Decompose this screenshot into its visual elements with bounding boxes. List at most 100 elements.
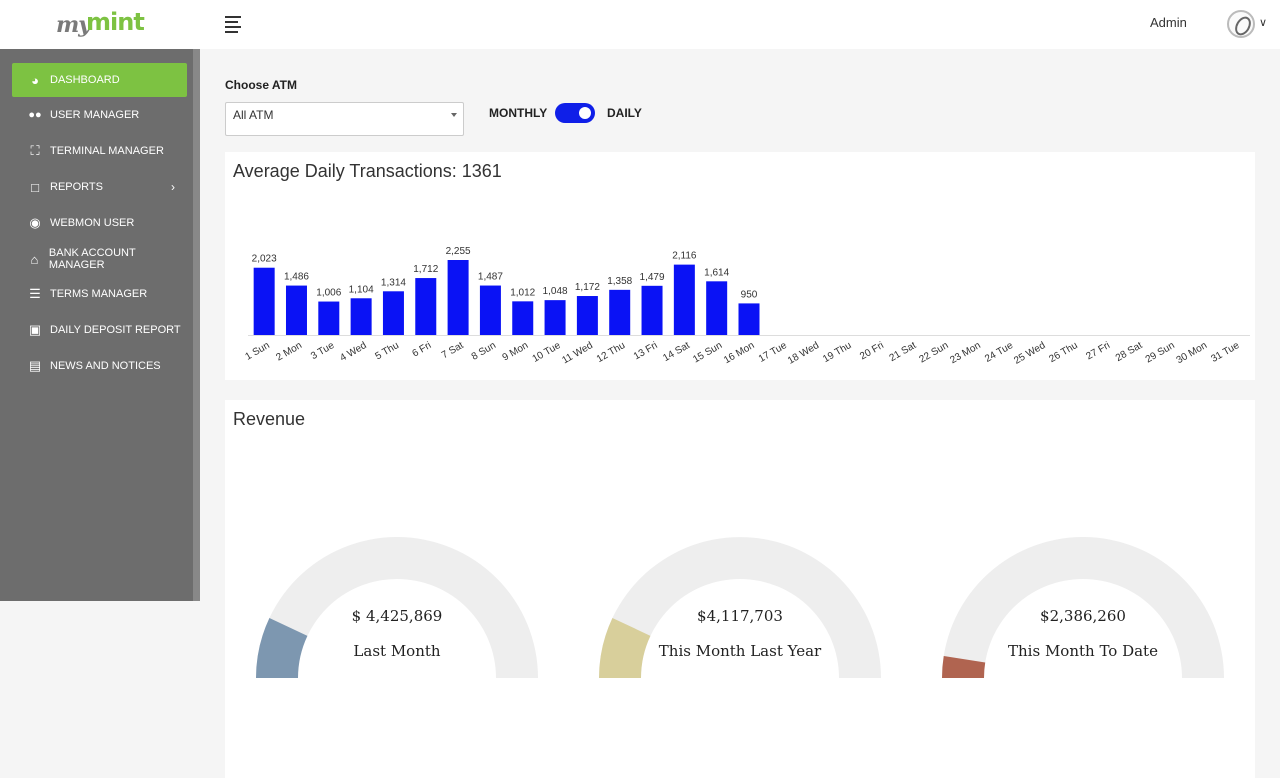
admin-username[interactable]: Admin — [1150, 15, 1187, 30]
sidebar-item-webmon-user[interactable]: ◉ WEBMON USER — [12, 206, 187, 240]
bar-value-label: 1,006 — [316, 288, 341, 299]
toggle-knob — [579, 107, 591, 119]
user-avatar-icon[interactable] — [1227, 10, 1255, 38]
bar-value-label: 1,487 — [478, 272, 503, 283]
bar-15-sun[interactable] — [706, 281, 728, 335]
top-bar: my mint Admin ∨ — [0, 0, 1280, 49]
gauge-value-this-month-last-year: $4,117,703 — [697, 607, 783, 625]
x-tick-label: 22 Sun — [917, 340, 950, 365]
sidebar-item-daily-deposit-report[interactable]: ▣ DAILY DEPOSIT REPORT — [12, 313, 187, 347]
bar-12-thu[interactable] — [609, 289, 631, 335]
x-tick-label: 13 Fri — [632, 340, 660, 362]
bar-5-thu[interactable] — [382, 291, 404, 335]
bar-value-label: 2,116 — [672, 251, 697, 262]
bar-6-fri[interactable] — [415, 278, 437, 335]
sidebar-item-news-and-notices[interactable]: ▤ NEWS AND NOTICES — [12, 349, 187, 383]
bar-16-mon[interactable] — [738, 303, 760, 335]
bar-value-label: 1,172 — [575, 282, 600, 293]
x-tick-label: 8 Sun — [470, 340, 498, 363]
sidebar-item-bank-account-manager[interactable]: ⌂ BANK ACCOUNT MANAGER — [12, 242, 187, 276]
bar-9-mon[interactable] — [512, 301, 534, 335]
x-tick-label: 3 Tue — [309, 340, 337, 362]
x-tick-label: 27 Fri — [1084, 340, 1112, 362]
chevron-down-icon[interactable]: ∨ — [1259, 16, 1267, 29]
x-tick-label: 17 Tue — [757, 340, 789, 365]
gauge-label-last-month: Last Month — [353, 642, 441, 660]
chevron-right-icon[interactable]: › — [171, 180, 175, 194]
monthly-label[interactable]: MONTHLY — [489, 106, 547, 120]
gauge-value-this-month-to-date: $2,386,260 — [1040, 607, 1126, 625]
x-tick-label: 24 Tue — [983, 340, 1015, 365]
bar-7-sat[interactable] — [447, 260, 469, 335]
sidebar-item-terminal-manager[interactable]: ⛶ TERMINAL MANAGER — [12, 134, 187, 168]
bar-value-label: 2,255 — [446, 246, 471, 257]
x-tick-label: 7 Sat — [440, 340, 466, 361]
gauge-label-this-month-last-year: This Month Last Year — [658, 642, 822, 660]
mymint-logo[interactable]: my mint — [56, 8, 148, 44]
hamburger-icon[interactable] — [225, 16, 243, 33]
bar-3-tue[interactable] — [318, 301, 340, 335]
sidebar-item-label: TERMINAL MANAGER — [50, 145, 164, 157]
terminal-icon: ⛶ — [30, 143, 40, 158]
list-icon: ☰ — [29, 286, 41, 301]
x-tick-label: 23 Mon — [948, 340, 982, 366]
sidebar-item-dashboard[interactable]: ◕ DASHBOARD — [12, 63, 187, 97]
daily-label[interactable]: DAILY — [607, 106, 642, 120]
bar-value-label: 1,104 — [349, 284, 374, 295]
bar-value-label: 1,486 — [284, 272, 309, 283]
x-tick-label: 16 Mon — [722, 340, 756, 366]
users-icon: ●● — [28, 109, 42, 121]
user-circle-icon: ◉ — [29, 215, 41, 230]
transactions-bar-chart: 2,023 1 Sun 1,486 2 Mon 1,006 3 Tue 1,104 4 Wed… — [244, 246, 1250, 367]
bar-11-wed[interactable] — [576, 296, 598, 335]
x-tick-label: 25 Wed — [1012, 340, 1047, 367]
atm-select[interactable]: All ATM — [225, 102, 464, 136]
sidebar-item-terms-manager[interactable]: ☰ TERMS MANAGER — [12, 277, 187, 311]
x-tick-label: 21 Sat — [888, 340, 919, 364]
bar-13-fri[interactable] — [641, 285, 663, 335]
x-tick-label: 9 Mon — [501, 340, 531, 363]
caret-down-icon[interactable] — [451, 113, 457, 117]
bank-icon: ⌂ — [30, 251, 39, 267]
x-tick-label: 20 Fri — [858, 340, 886, 362]
revenue-card: Revenue $ 4,425,869 Last Month $4,117,70… — [225, 400, 1255, 778]
sidebar-item-label: NEWS AND NOTICES — [50, 360, 161, 372]
bar-value-label: 1,048 — [543, 286, 568, 297]
bar-10-tue[interactable] — [544, 300, 566, 335]
bar-value-label: 1,712 — [413, 264, 438, 275]
revenue-gauges — [256, 537, 1224, 678]
x-tick-label: 19 Thu — [821, 340, 853, 365]
x-tick-label: 2 Mon — [274, 340, 304, 363]
money-icon: ▣ — [28, 322, 42, 337]
file-icon: □ — [31, 179, 39, 195]
bar-14-sat[interactable] — [673, 264, 695, 335]
choose-atm-label: Choose ATM — [225, 78, 297, 92]
sidebar-item-reports[interactable]: □ REPORTS › — [12, 170, 187, 204]
bar-8-sun[interactable] — [479, 285, 501, 335]
bar-4-wed[interactable] — [350, 298, 372, 335]
x-tick-label: 5 Thu — [373, 340, 400, 362]
sidebar-item-label: WEBMON USER — [50, 217, 135, 229]
x-tick-label: 11 Wed — [560, 340, 595, 366]
sidebar-item-user-manager[interactable]: ●● USER MANAGER — [12, 98, 187, 132]
gauge-value-last-month: $ 4,425,869 — [351, 607, 443, 625]
bar-1-sun[interactable] — [253, 267, 275, 335]
sidebar-item-label: TERMS MANAGER — [50, 288, 148, 300]
bar-value-label: 1,479 — [640, 272, 665, 283]
x-tick-label: 30 Mon — [1175, 340, 1209, 366]
x-tick-label: 31 Tue — [1209, 340, 1241, 365]
transactions-card: Average Daily Transactions: 1361 2,023 1 … — [225, 152, 1255, 380]
x-tick-label: 4 Wed — [338, 340, 368, 364]
sidebar-item-label: REPORTS — [50, 181, 103, 193]
logo-text-my: my — [56, 12, 91, 38]
x-tick-label: 6 Fri — [410, 340, 433, 360]
x-tick-label: 12 Thu — [595, 340, 627, 365]
gauge-label-this-month-to-date: This Month To Date — [1008, 642, 1158, 660]
sidebar: ◕ DASHBOARD ●● USER MANAGER ⛶ TERMINAL M… — [0, 49, 200, 601]
bar-2-mon[interactable] — [285, 285, 307, 335]
dashboard-icon: ◕ — [31, 72, 39, 88]
x-tick-label: 10 Tue — [531, 340, 563, 365]
x-tick-label: 28 Sat — [1114, 340, 1145, 364]
monthly-daily-toggle[interactable] — [555, 103, 595, 123]
newspaper-icon: ▤ — [28, 358, 42, 373]
